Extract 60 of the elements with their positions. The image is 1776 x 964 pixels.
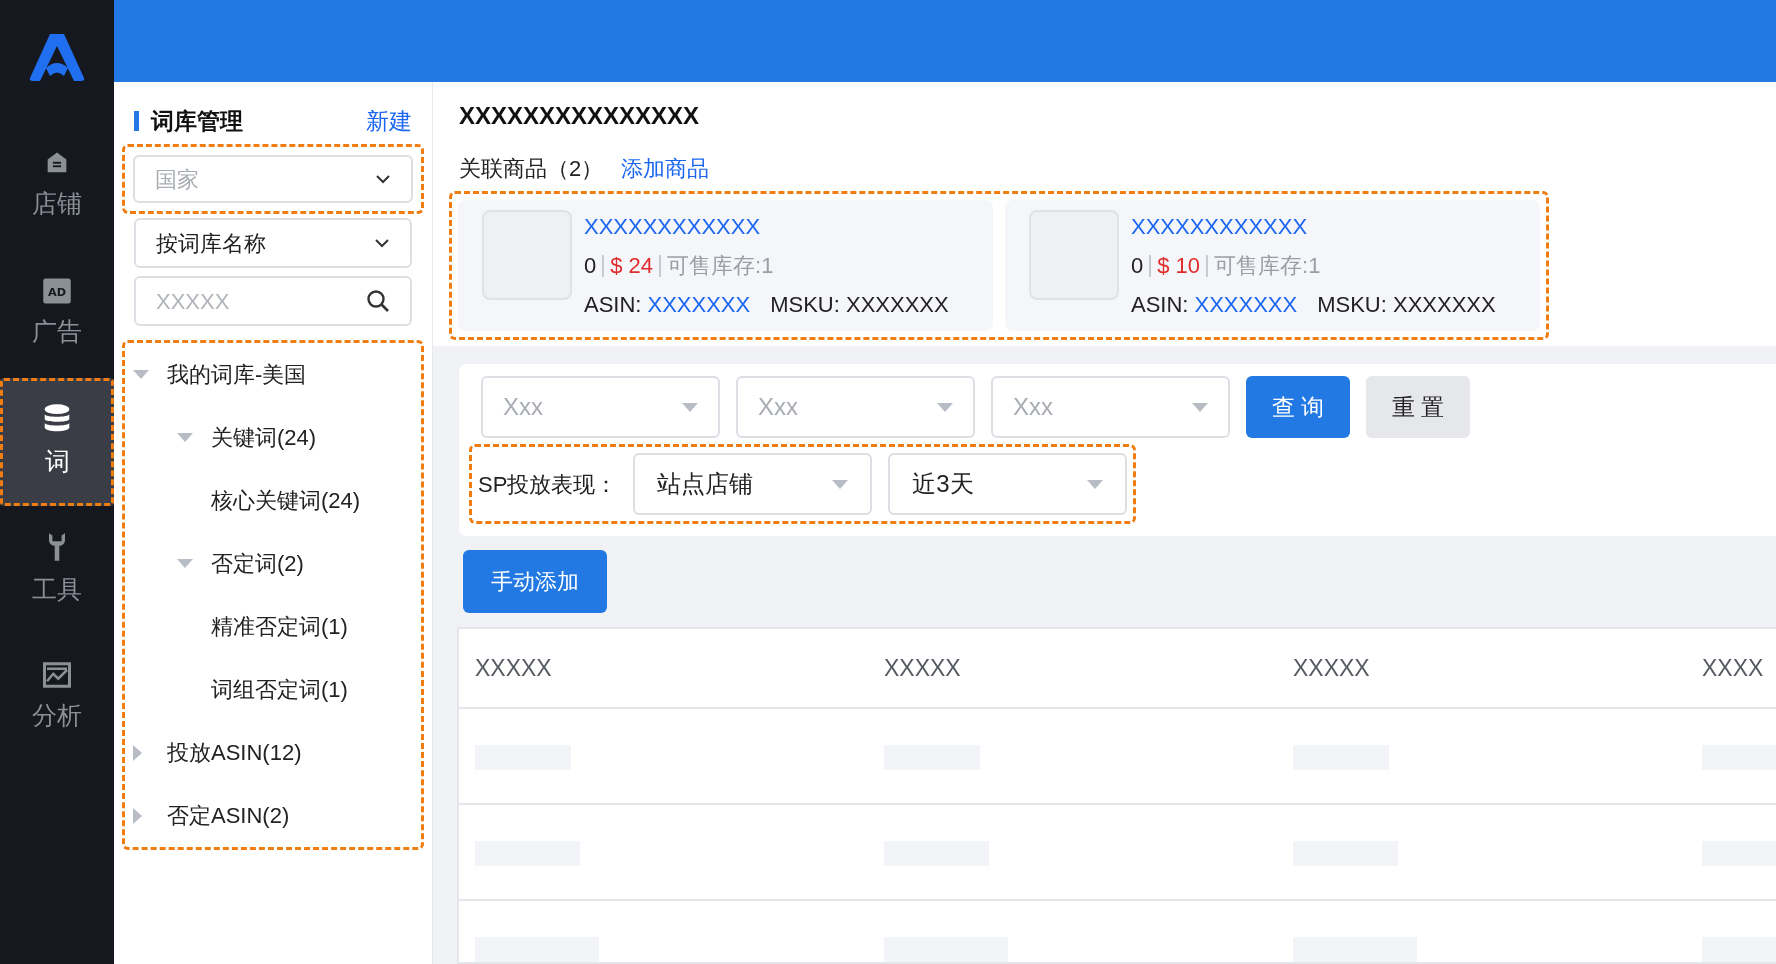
caret-right-icon[interactable] [133,807,142,824]
caret-down-icon [832,479,849,489]
chevron-down-icon [374,238,390,248]
chevron-down-icon [375,174,391,184]
manual-add-button[interactable]: 手动添加 [463,550,607,613]
column-header: XXXXX [884,653,961,683]
tree-item[interactable]: 我的词库-美国 [167,358,307,391]
column-header: XXXXX [1293,653,1370,683]
query-button[interactable]: 查 询 [1246,376,1350,438]
new-link[interactable]: 新建 [366,103,412,139]
caret-down-icon [1192,402,1208,412]
search-icon[interactable] [366,289,390,313]
tree-item[interactable]: 关键词(24) [211,421,317,454]
column-header: XXXXX [475,653,552,683]
chart-icon [42,661,72,690]
caret-down-icon [1087,479,1104,489]
caret-right-icon[interactable] [133,744,142,761]
nav-item[interactable]: 词 [0,378,114,506]
caret-down-icon [682,402,698,412]
logo-icon [28,32,86,82]
caret-down-icon[interactable] [177,433,193,442]
nav-item[interactable]: 分析 [0,634,114,762]
nav-item[interactable]: 工具 [0,506,114,634]
asin-link[interactable]: XXXXXXX [1194,288,1298,321]
nav-item[interactable]: 店铺 [0,122,114,250]
product-price: $ 24 [610,252,654,280]
product-name-link[interactable]: XXXXXXXXXXXX [584,210,949,243]
caret-down-icon[interactable] [177,559,193,568]
tree-item[interactable]: 核心关键词(24) [211,484,361,517]
panel-title: 词库管理 [151,106,243,136]
product-price: $ 10 [1157,252,1201,280]
asin-label: ASIN: [584,291,642,319]
msku-text: MSKU: XXXXXXX [1317,291,1496,319]
asin-label: ASIN: [1131,291,1189,319]
add-product-link[interactable]: 添加商品 [621,152,710,185]
caret-down-icon [937,402,953,412]
tree-item[interactable]: 投放ASIN(12) [167,736,302,769]
product-count: 0 [584,252,597,280]
msku-text: MSKU: XXXXXXX [770,291,949,319]
detail-title: XXXXXXXXXXXXXXX [459,101,701,131]
nav-item[interactable]: AD 广告 [0,250,114,378]
ad-icon: AD [42,277,72,306]
sp-performance-label: SP投放表现： [478,470,618,499]
stock-text: 可售库存:1 [1214,252,1321,280]
product-count: 0 [1131,252,1144,280]
sort-select[interactable]: 按词库名称 [134,218,412,268]
stock-text: 可售库存:1 [667,252,774,280]
sp-select[interactable]: 站点店铺 [633,453,873,515]
linked-products-label: 关联商品（2） [459,155,604,183]
title-accent-bar [134,111,139,131]
asin-link[interactable]: XXXXXXX [647,288,751,321]
tree-item[interactable]: 否定词(2) [211,547,304,580]
caret-down-icon[interactable] [133,370,149,379]
tree-item[interactable]: 词组否定词(1) [211,673,348,706]
product-name-link[interactable]: XXXXXXXXXXXX [1131,210,1496,243]
tree-item[interactable]: 否定ASIN(2) [167,799,290,832]
reset-button[interactable]: 重 置 [1366,376,1470,438]
tree-item[interactable]: 精准否定词(1) [211,610,348,643]
sp-select[interactable]: 近3天 [888,453,1128,515]
column-header: XXXX [1702,653,1764,683]
